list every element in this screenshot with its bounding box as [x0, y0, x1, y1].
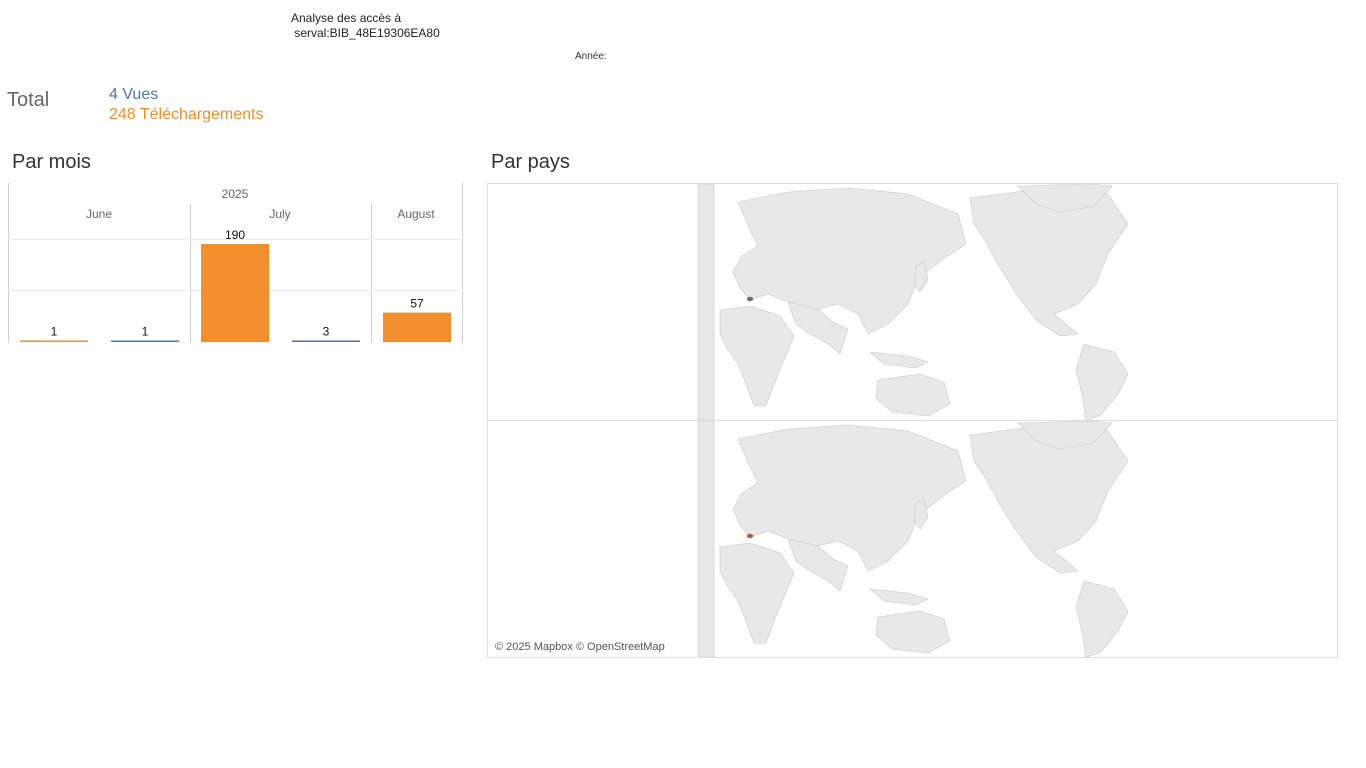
year-filter-label: Année:: [575, 51, 607, 62]
month-label: June: [86, 207, 112, 221]
map-downloads[interactable]: [488, 421, 1337, 657]
country-highlight-views[interactable]: [746, 296, 754, 302]
indonesia-landmass: [869, 351, 929, 369]
africa-landmass: [719, 542, 795, 644]
total-views: 4 Vues: [109, 86, 159, 103]
south-america-landmass: [1075, 343, 1129, 420]
bar-views[interactable]: [292, 340, 360, 342]
africa-landmass: [719, 305, 795, 407]
map-views[interactable]: [488, 184, 1337, 420]
world-map-downloads: [697, 421, 1129, 657]
world-map-views: [697, 184, 1129, 420]
bar-downloads[interactable]: [201, 244, 269, 342]
bar-downloads[interactable]: [383, 312, 451, 342]
bar-value-label: 57: [410, 297, 424, 311]
total-label: Total: [7, 89, 50, 111]
country-highlight-downloads[interactable]: [746, 533, 754, 539]
page-title: Analyse des accès à serval:BIB_48E19306E…: [291, 11, 440, 40]
bar-downloads[interactable]: [20, 340, 88, 343]
south-asia-landmass: [787, 538, 849, 592]
south-america-landmass: [1075, 580, 1129, 657]
monthly-section-title: Par mois: [12, 151, 91, 173]
map-left-edge-landmass: [697, 184, 715, 420]
south-asia-landmass: [787, 301, 849, 355]
country-map[interactable]: © 2025 Mapbox © OpenStreetMap: [487, 183, 1338, 658]
north-america-landmass: [969, 424, 1129, 574]
monthly-chart-svg: 2025 June July August 1 1 190 3 57: [8, 183, 463, 343]
monthly-chart[interactable]: 2025 June July August 1 1 190 3 57: [8, 183, 464, 343]
map-left-edge-landmass: [697, 421, 715, 657]
month-label: July: [269, 207, 290, 221]
north-america-landmass: [969, 187, 1129, 337]
map-attribution[interactable]: © 2025 Mapbox © OpenStreetMap: [495, 641, 665, 653]
australia-landmass: [875, 373, 951, 417]
country-section-title: Par pays: [491, 151, 570, 173]
total-downloads: 248 Téléchargements: [109, 106, 264, 123]
month-label: August: [397, 207, 435, 221]
australia-landmass: [875, 610, 951, 654]
bar-value-label: 1: [51, 325, 58, 339]
bar-value-label: 3: [323, 324, 330, 338]
indonesia-landmass: [869, 588, 929, 606]
year-header: 2025: [222, 187, 249, 201]
bar-views[interactable]: [111, 340, 179, 343]
bar-value-label: 1: [142, 325, 149, 339]
bar-value-label: 190: [225, 228, 245, 242]
